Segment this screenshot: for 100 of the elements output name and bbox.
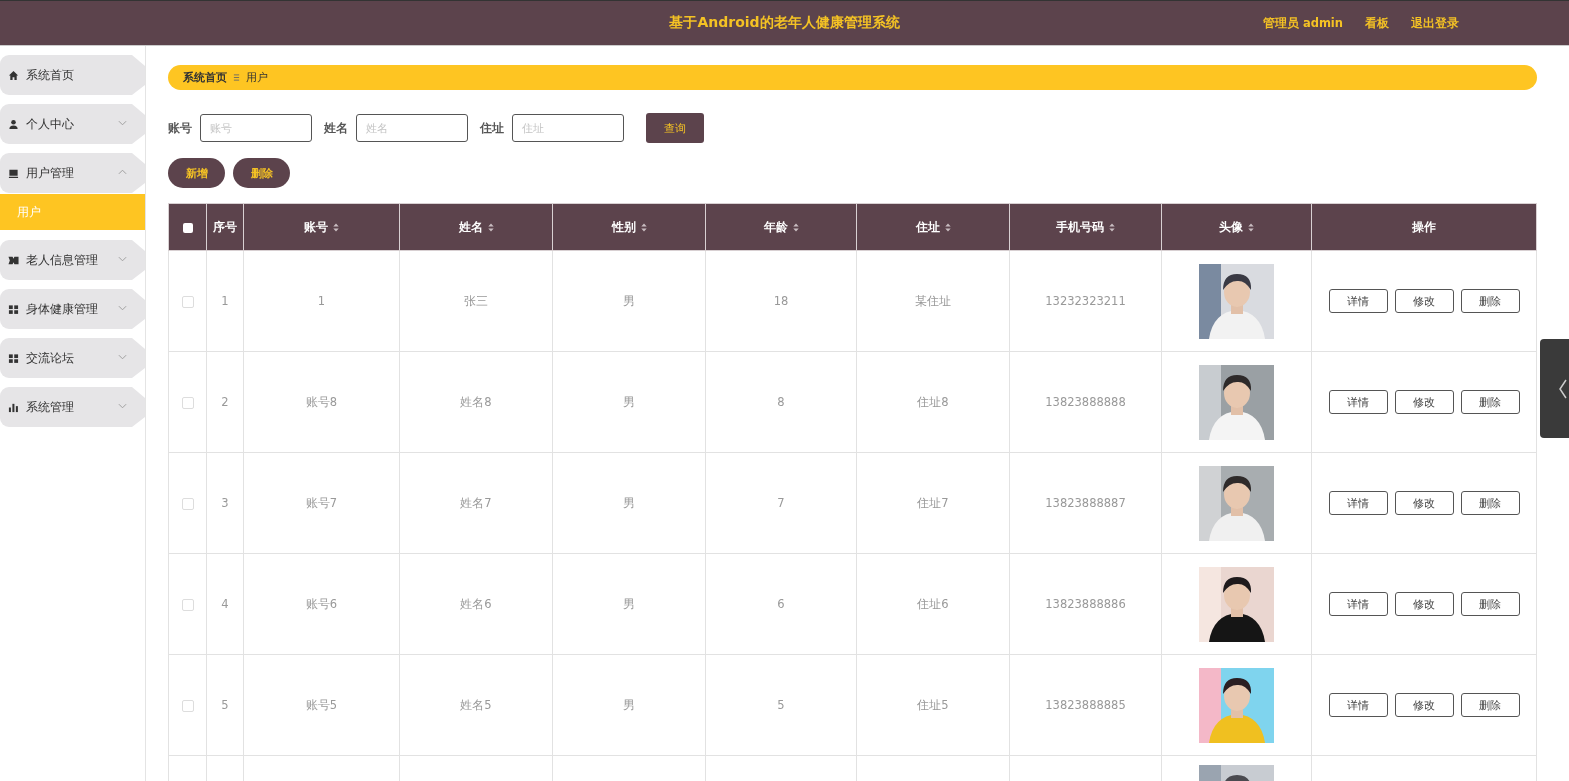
row-checkbox[interactable] xyxy=(181,497,194,510)
menu-item-icon xyxy=(8,401,19,413)
table-cell: 男 xyxy=(623,293,635,308)
row-action-button[interactable]: 修改 xyxy=(1394,491,1454,515)
row-action-button[interactable]: 修改 xyxy=(1394,693,1454,717)
table-cell: 住址5 xyxy=(917,697,949,712)
table-cell: 18 xyxy=(773,294,789,308)
action-button[interactable]: 删除 xyxy=(233,158,290,188)
header-link[interactable]: 退出登录 xyxy=(1411,15,1459,31)
action-button[interactable]: 新增 xyxy=(168,158,225,188)
sort-icon xyxy=(640,222,647,232)
table-cell: 张三 xyxy=(464,293,488,308)
table-cell: 住址8 xyxy=(917,394,949,409)
column-header[interactable]: 姓名 xyxy=(399,203,553,251)
field-label: 住址 xyxy=(480,120,504,136)
table-cell: 姓名5 xyxy=(460,697,492,712)
sidebar-item[interactable]: 交流论坛 xyxy=(0,338,145,378)
table-cell: 账号8 xyxy=(305,394,338,409)
sort-icon xyxy=(1109,222,1115,232)
table-cell: 1 xyxy=(317,294,326,308)
table-cell: 7 xyxy=(777,496,785,510)
table-cell: 13823888885 xyxy=(1045,698,1126,712)
row-action-button[interactable]: 删除 xyxy=(1460,693,1520,717)
menu-item-icon xyxy=(8,167,19,179)
column-header[interactable]: 年龄 xyxy=(705,203,857,251)
table-cell: 13823888886 xyxy=(1045,597,1126,611)
breadcrumb-link[interactable]: 用户 xyxy=(246,70,268,85)
search-field[interactable]: 姓名 xyxy=(356,114,468,142)
menu-item-icon xyxy=(8,254,19,266)
breadcrumb-link[interactable]: 系统首页 xyxy=(183,70,227,85)
sidebar-item[interactable]: 个人中心 xyxy=(0,104,145,144)
field-label: 姓名 xyxy=(324,120,348,136)
column-header: 操作 xyxy=(1311,203,1537,251)
table-cell: 姓名8 xyxy=(460,394,492,409)
table-cell: 13823888887 xyxy=(1045,496,1126,510)
row-action-button[interactable]: 删除 xyxy=(1460,390,1520,414)
row-action-button[interactable]: 详情 xyxy=(1328,491,1388,515)
table-cell: 3 xyxy=(221,496,229,510)
chevron-icon xyxy=(1559,378,1567,399)
table-cell: 账号7 xyxy=(305,495,338,510)
column-header[interactable]: 住址 xyxy=(856,203,1010,251)
sidebar-item[interactable]: 系统管理 xyxy=(0,387,145,427)
search-button[interactable]: 查询 xyxy=(646,113,704,143)
column-header[interactable]: 头像 xyxy=(1161,203,1312,251)
table-cell: 姓名7 xyxy=(460,495,492,510)
select-all-checkbox[interactable] xyxy=(182,222,193,233)
table-cell: 13232323211 xyxy=(1045,294,1126,308)
app-title: 基于Android的老年人健康管理系统 xyxy=(669,14,900,32)
table-cell: 5 xyxy=(777,698,785,712)
sidebar-item[interactable]: 用户管理 xyxy=(0,153,145,193)
column-header[interactable]: 性别 xyxy=(552,203,706,251)
row-checkbox[interactable] xyxy=(181,396,194,409)
table-cell: 住址6 xyxy=(917,596,949,611)
row-action-button[interactable]: 删除 xyxy=(1460,491,1520,515)
sort-icon xyxy=(792,222,799,232)
table-cell: 5 xyxy=(221,698,229,712)
row-action-button[interactable]: 修改 xyxy=(1394,289,1454,313)
row-action-button[interactable]: 修改 xyxy=(1394,592,1454,616)
user-label: 管理员 admin xyxy=(1262,15,1343,31)
table-cell: 6 xyxy=(777,597,785,611)
table-cell: 1 xyxy=(221,294,229,308)
table-cell: 2 xyxy=(221,395,229,409)
column-header[interactable]: 手机号码 xyxy=(1009,203,1162,251)
table-cell: 男 xyxy=(623,495,635,510)
menu-item-icon xyxy=(8,303,19,315)
table-cell: 8 xyxy=(777,395,785,409)
row-checkbox[interactable] xyxy=(181,699,194,712)
menu-item-icon xyxy=(8,69,19,81)
side-tab[interactable] xyxy=(1540,339,1569,438)
table-cell: 住址7 xyxy=(917,495,949,510)
sort-icon xyxy=(944,222,951,232)
sort-icon xyxy=(333,222,339,232)
table-cell: 男 xyxy=(623,697,635,712)
column-header[interactable]: 账号 xyxy=(243,203,400,251)
table-cell: 4 xyxy=(221,597,229,611)
separator-icon xyxy=(233,73,240,82)
table-cell: 男 xyxy=(623,394,635,409)
table-cell: 13823888888 xyxy=(1045,395,1126,409)
header-link[interactable]: 看板 xyxy=(1365,15,1389,31)
row-action-button[interactable]: 详情 xyxy=(1328,592,1388,616)
row-action-button[interactable]: 详情 xyxy=(1328,693,1388,717)
sidebar-item[interactable]: 老人信息管理 xyxy=(0,240,145,280)
row-action-button[interactable]: 详情 xyxy=(1328,390,1388,414)
row-action-button[interactable]: 删除 xyxy=(1460,289,1520,313)
row-action-button[interactable]: 删除 xyxy=(1460,592,1520,616)
column-header: 序号 xyxy=(206,203,244,251)
sidebar-item[interactable]: 身体健康管理 xyxy=(0,289,145,329)
sort-icon xyxy=(1248,222,1254,232)
table-cell: 姓名6 xyxy=(460,596,492,611)
row-checkbox[interactable] xyxy=(181,295,194,308)
menu-item-icon xyxy=(8,118,19,130)
sidebar-item[interactable]: 系统首页 xyxy=(0,55,145,95)
row-action-button[interactable]: 修改 xyxy=(1394,390,1454,414)
field-label: 账号 xyxy=(168,120,192,136)
table-cell: 男 xyxy=(623,596,635,611)
row-checkbox[interactable] xyxy=(181,598,194,611)
row-action-button[interactable]: 详情 xyxy=(1328,289,1388,313)
sort-icon xyxy=(487,222,494,232)
table-cell: 某住址 xyxy=(915,293,951,308)
table-cell: 账号6 xyxy=(305,596,338,611)
